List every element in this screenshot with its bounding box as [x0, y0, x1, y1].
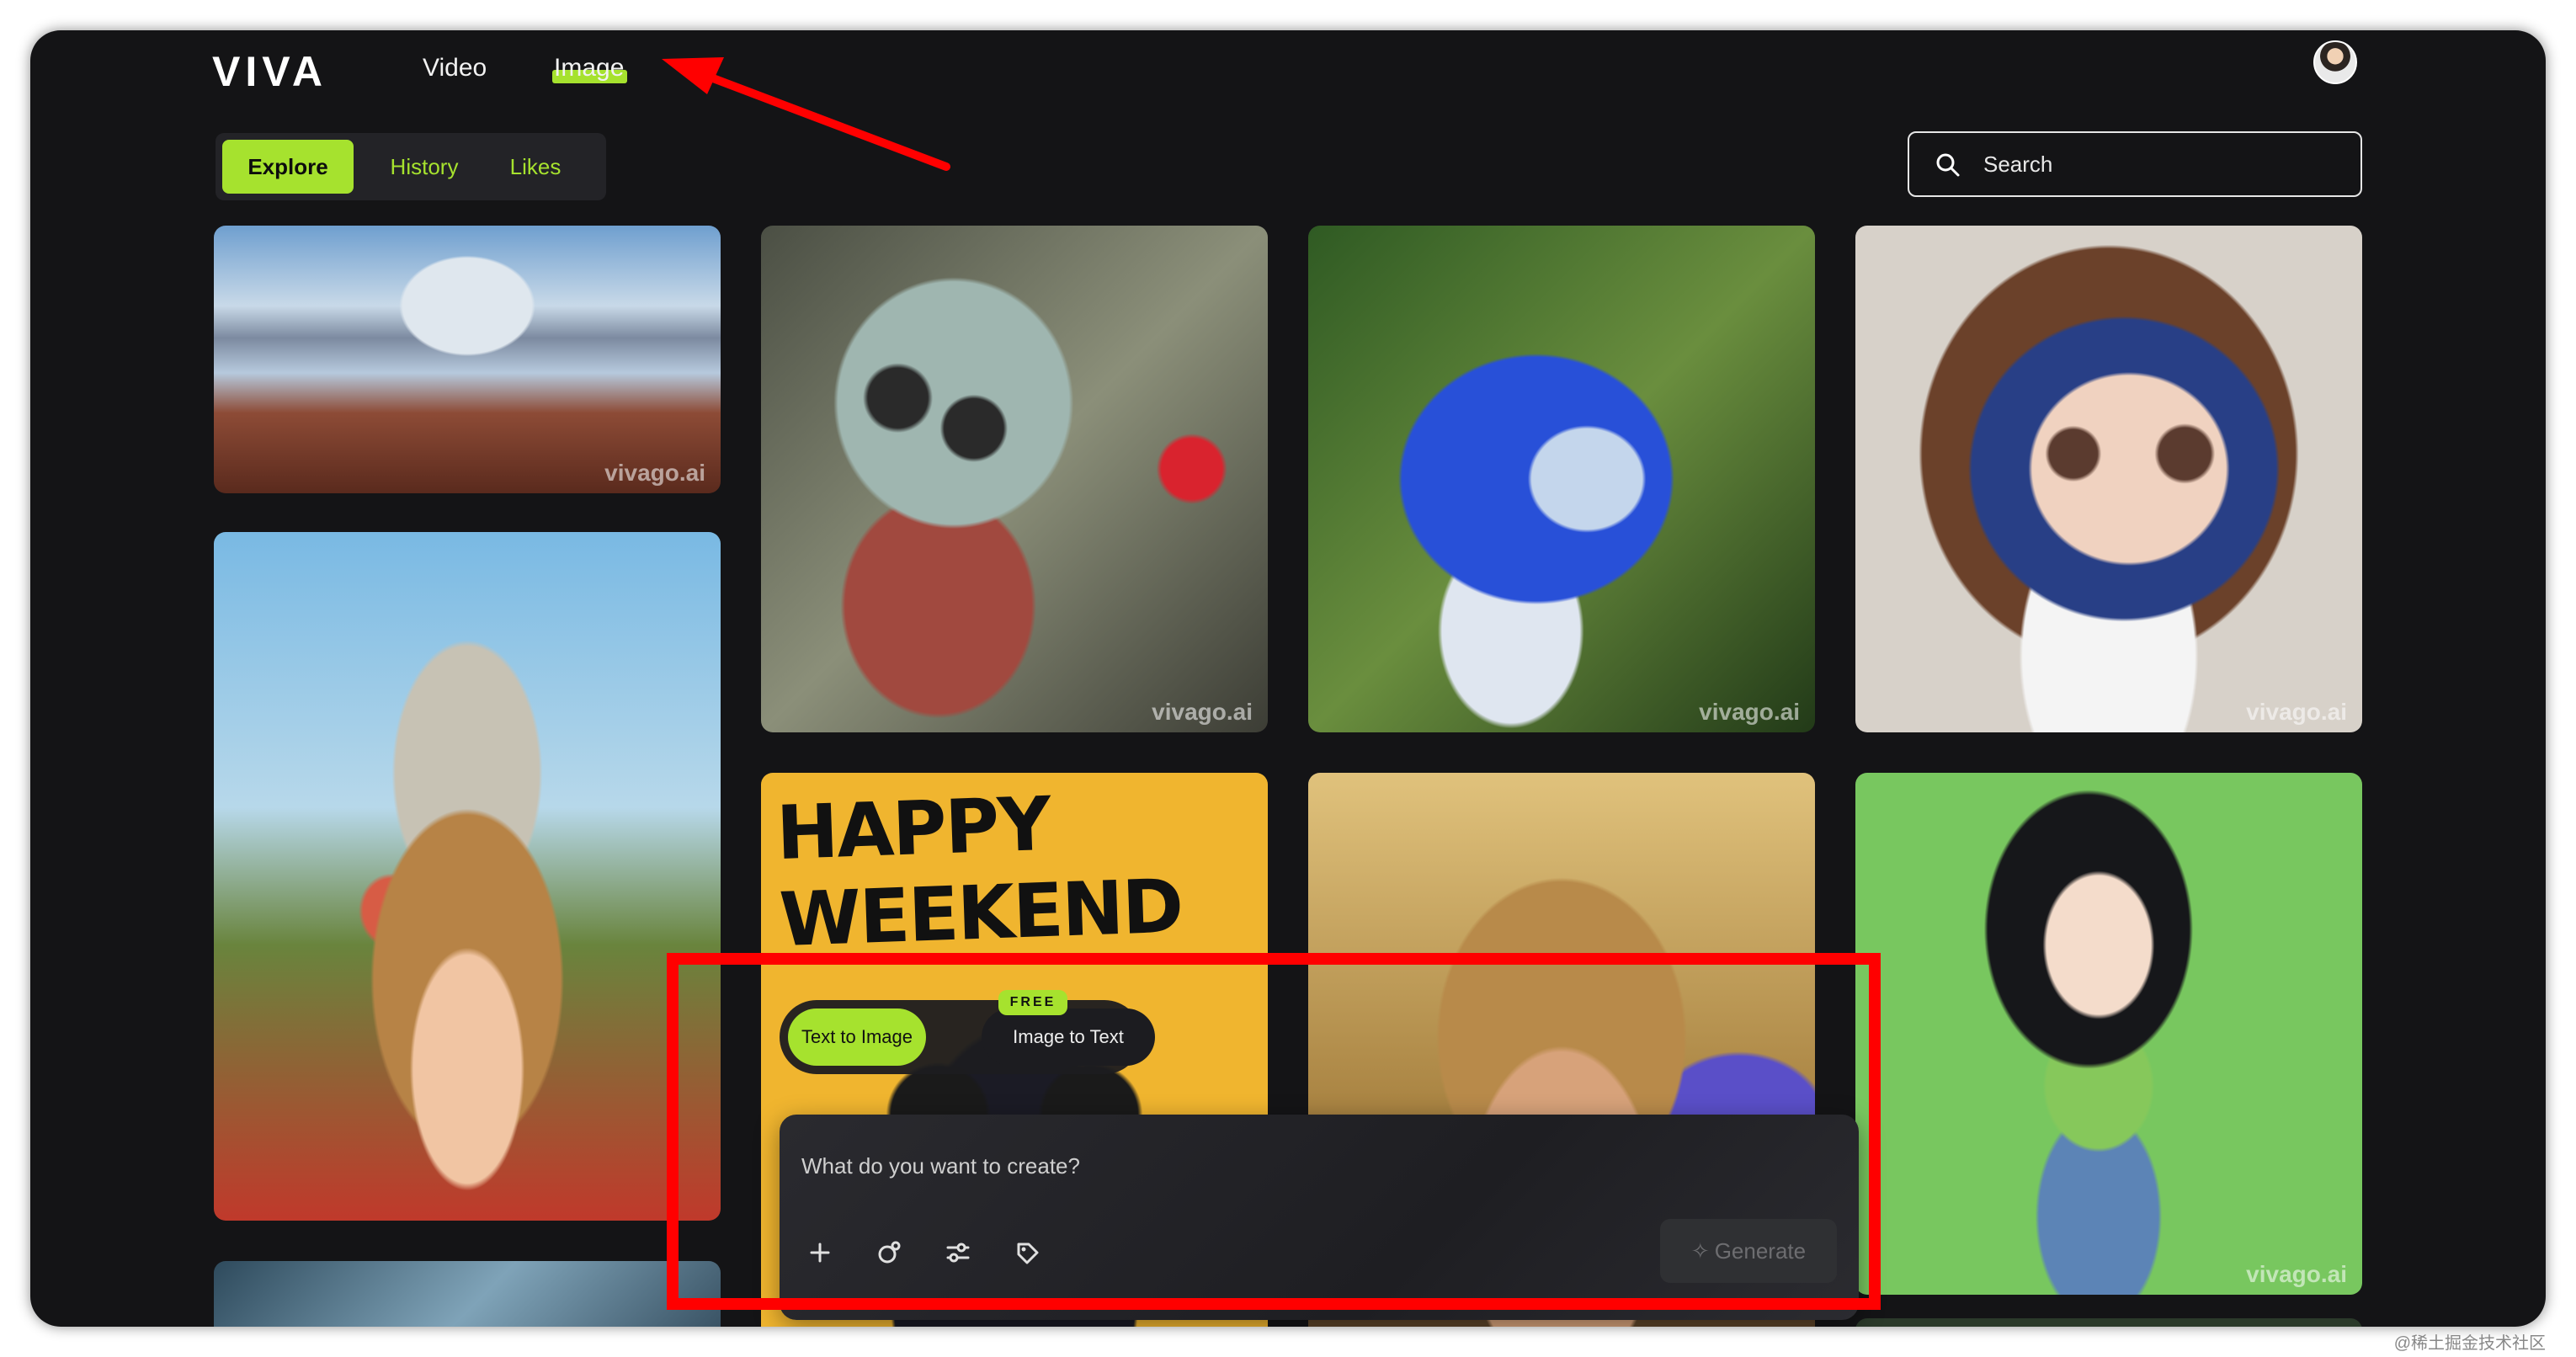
- gallery-card-cat-girl[interactable]: vivago.ai: [1855, 773, 2362, 1295]
- footer-watermark: @稀土掘金技术社区: [2393, 1334, 2546, 1353]
- gallery-card-astronaut-lake[interactable]: vivago.ai: [214, 226, 721, 493]
- tab-history[interactable]: History: [372, 140, 476, 194]
- watermark: vivago.ai: [1152, 699, 1253, 725]
- card-title: HAPPY WEEKEND: [774, 780, 1184, 964]
- watermark: vivago.ai: [1699, 699, 1800, 725]
- watermark: vivago.ai: [604, 460, 705, 486]
- search-placeholder: Search: [1983, 152, 2053, 177]
- svg-text:VIVA: VIVA: [212, 48, 327, 95]
- search-input[interactable]: Search: [1908, 131, 2362, 197]
- tab-explore[interactable]: Explore: [222, 140, 354, 194]
- gallery-card-doll-headphones[interactable]: vivago.ai: [1855, 226, 2362, 732]
- watermark: vivago.ai: [2246, 699, 2347, 725]
- gallery-card-robot-rose[interactable]: vivago.ai: [761, 226, 1268, 732]
- search-icon: [1936, 153, 1960, 177]
- viva-logo[interactable]: VIVA: [212, 45, 364, 96]
- gallery-card-partial[interactable]: [214, 1261, 721, 1327]
- gallery-card-partial[interactable]: [1855, 1318, 2362, 1327]
- nav-image-link[interactable]: Image: [552, 45, 628, 91]
- nav-video-label: Video: [423, 54, 487, 82]
- watermark: vivago.ai: [2246, 1261, 2347, 1287]
- nav-video-link[interactable]: Video: [423, 45, 487, 91]
- nav-image-label: Image: [554, 54, 625, 82]
- gallery-card-castle-girl[interactable]: [214, 532, 721, 1221]
- gallery-card-blue-hair-girl[interactable]: vivago.ai: [1308, 226, 1815, 732]
- gallery-tabs: Explore History Likes: [216, 133, 606, 200]
- annotation-highlight-box: [667, 953, 1881, 1310]
- user-avatar[interactable]: [2313, 40, 2357, 84]
- tab-likes[interactable]: Likes: [483, 140, 588, 194]
